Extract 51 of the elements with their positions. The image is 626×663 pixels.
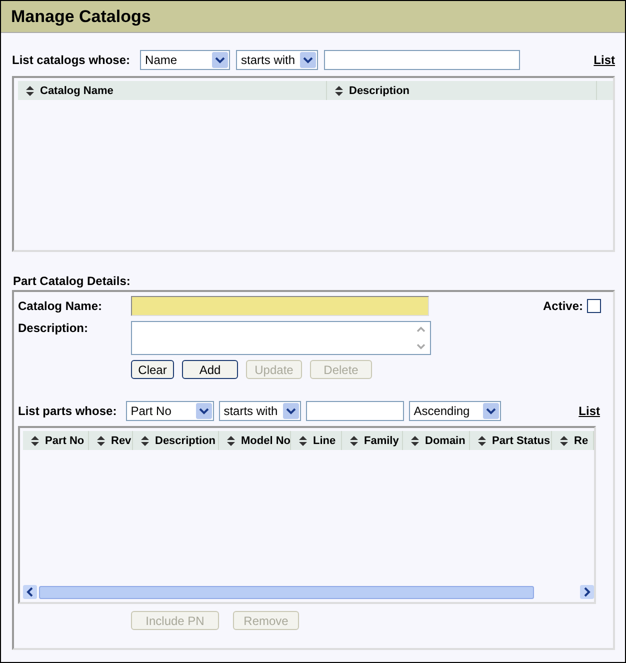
sort-icon	[299, 436, 307, 446]
column-header[interactable]: Rev	[89, 431, 133, 450]
column-header[interactable]: Description	[327, 81, 597, 100]
sort-icon	[141, 436, 149, 446]
sort-icon	[560, 436, 568, 446]
action-button[interactable]: Add	[182, 360, 238, 379]
operator-dropdown[interactable]: starts with	[218, 401, 301, 421]
filter-label: List parts whose:	[18, 404, 117, 418]
operator-dropdown[interactable]: starts with	[236, 50, 318, 70]
column-header[interactable]: Model No	[219, 431, 291, 450]
sort-icon	[227, 436, 235, 446]
column-header[interactable]: Part No	[23, 431, 89, 450]
field-dropdown[interactable]: Name	[140, 50, 230, 70]
scroll-right-icon	[580, 585, 594, 599]
sort-icon	[97, 436, 105, 446]
list-link[interactable]: List	[578, 404, 600, 418]
sort-icon	[350, 436, 358, 446]
chevron-down-icon	[482, 403, 499, 419]
chevron-down-icon	[282, 403, 299, 419]
sort-icon	[26, 86, 34, 96]
field-label: Description:	[18, 321, 90, 335]
chevron-down-icon	[300, 52, 316, 68]
filter-label: List catalogs whose:	[12, 53, 130, 67]
sort-icon	[478, 436, 486, 446]
action-button[interactable]: Clear	[131, 360, 174, 379]
chevron-down-icon	[196, 403, 212, 419]
column-header[interactable]: Family	[342, 431, 403, 450]
filter-value-field[interactable]	[306, 401, 404, 421]
field-label: Active:	[542, 299, 583, 313]
sort-icon	[411, 436, 419, 446]
column-header[interactable]: Domain	[403, 431, 470, 450]
column-header[interactable]: Description	[133, 431, 219, 450]
horizontal-scrollbar[interactable]	[23, 584, 594, 600]
catalog-name-field[interactable]	[131, 296, 429, 316]
section-title: Part Catalog Details:	[13, 274, 132, 288]
sort-icon	[335, 86, 343, 96]
description-field[interactable]	[131, 321, 431, 355]
sort-icon	[31, 436, 39, 446]
scroll-left-icon	[23, 585, 37, 599]
filter-value-field[interactable]	[324, 50, 520, 70]
column-header[interactable]: Re	[552, 431, 594, 450]
column-header[interactable]: Line	[291, 431, 342, 450]
column-header[interactable]: Part Status	[470, 431, 552, 450]
list-link[interactable]: List	[594, 53, 615, 67]
active-checkbox[interactable]	[587, 299, 601, 313]
field-label: Catalog Name:	[18, 299, 104, 313]
column-header[interactable]: Catalog Name	[18, 81, 327, 100]
field-dropdown[interactable]: Part No	[126, 401, 214, 421]
page-title: Manage Catalogs	[11, 6, 151, 26]
chevron-down-icon	[212, 52, 228, 68]
sort-order-dropdown[interactable]: Ascending	[408, 401, 501, 421]
